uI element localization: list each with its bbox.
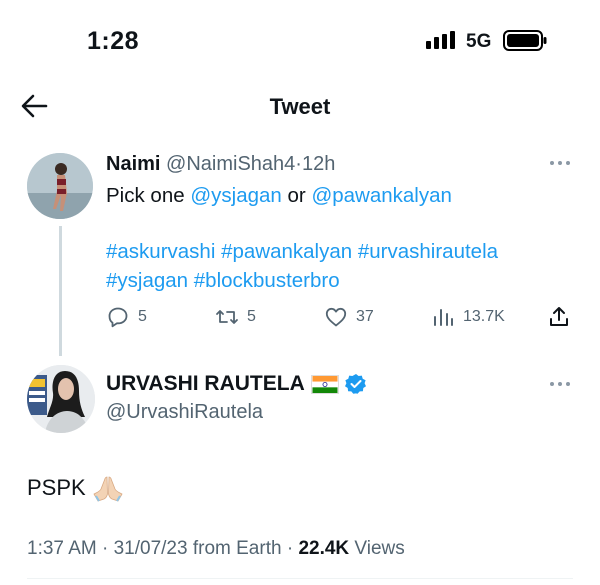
like-button[interactable]: 37 bbox=[324, 305, 374, 329]
tweet-text: Pick one bbox=[106, 184, 191, 207]
tweet-actions: 5 5 37 13.7K bbox=[106, 305, 576, 333]
tweet-text: PSPK bbox=[27, 475, 86, 500]
views-button[interactable]: 13.7K bbox=[431, 305, 505, 329]
hashtag-link[interactable]: #pawankalyan bbox=[221, 240, 352, 263]
tweet-date[interactable]: 31/07/23 bbox=[114, 538, 188, 559]
views-count: 22.4K bbox=[298, 538, 350, 559]
thread-line bbox=[59, 226, 62, 356]
verified-badge-icon[interactable] bbox=[344, 373, 367, 395]
reply-button[interactable]: 5 bbox=[106, 305, 147, 329]
network-label: 5G bbox=[466, 31, 492, 52]
share-icon bbox=[550, 307, 568, 326]
reply-tweet-text: Pick one @ysjagan or @pawankalyan bbox=[106, 181, 576, 210]
battery-icon bbox=[503, 30, 547, 51]
tweet-time[interactable]: 1:37 AM bbox=[27, 538, 97, 559]
views-count: 13.7K bbox=[463, 308, 505, 325]
divider bbox=[27, 578, 573, 579]
hashtag-link[interactable]: #askurvashi bbox=[106, 240, 215, 263]
author-handle[interactable]: @UrvashiRautela bbox=[106, 401, 263, 424]
avatar[interactable] bbox=[27, 153, 93, 219]
status-time: 1:28 bbox=[87, 27, 140, 55]
separator-dot: · bbox=[96, 538, 114, 559]
tweet-text: or bbox=[281, 184, 312, 207]
hashtag-link[interactable]: #urvashirautela bbox=[358, 240, 498, 263]
tweet-time[interactable]: 12h bbox=[302, 153, 335, 175]
share-button[interactable] bbox=[547, 305, 571, 329]
tweet-meta: 1:37 AM · 31/07/23 from Earth · 22.4K Vi… bbox=[27, 538, 405, 560]
reply-tweet-header: Naimi @NaimiShah4·12h bbox=[106, 153, 335, 176]
heart-icon bbox=[325, 307, 347, 327]
hashtag-link[interactable]: #ysjagan bbox=[106, 269, 188, 292]
hashtag-link[interactable]: #blockbusterbro bbox=[194, 269, 340, 292]
main-tweet-text: PSPK bbox=[27, 474, 124, 502]
more-options-icon[interactable] bbox=[549, 160, 571, 166]
views-label: Views bbox=[349, 538, 405, 559]
separator-dot: · bbox=[295, 153, 302, 175]
author-name-row: URVASHI RAUTELA bbox=[106, 372, 367, 396]
mention-link[interactable]: @ysjagan bbox=[190, 184, 281, 207]
mention-link[interactable]: @pawankalyan bbox=[311, 184, 451, 207]
like-count: 37 bbox=[356, 308, 374, 325]
tweet-source: from Earth bbox=[187, 538, 282, 559]
folded-hands-icon bbox=[93, 476, 123, 502]
more-options-icon[interactable] bbox=[549, 381, 571, 387]
page-title: Tweet bbox=[269, 94, 331, 119]
reply-icon bbox=[108, 307, 128, 328]
reply-count: 5 bbox=[138, 308, 147, 325]
retweet-icon bbox=[216, 310, 238, 324]
author-handle[interactable]: @NaimiShah4 bbox=[166, 153, 295, 175]
avatar[interactable] bbox=[27, 365, 95, 433]
author-name[interactable]: URVASHI RAUTELA bbox=[106, 372, 305, 396]
hashtags: #askurvashi #pawankalyan #urvashirautela… bbox=[106, 237, 576, 295]
separator-dot: · bbox=[281, 538, 299, 559]
author-name[interactable]: Naimi bbox=[106, 153, 160, 175]
retweet-button[interactable]: 5 bbox=[215, 305, 256, 329]
india-flag-icon bbox=[310, 374, 339, 394]
views-chart-icon bbox=[434, 309, 453, 326]
signal-icon bbox=[426, 31, 455, 49]
retweet-count: 5 bbox=[247, 308, 256, 325]
